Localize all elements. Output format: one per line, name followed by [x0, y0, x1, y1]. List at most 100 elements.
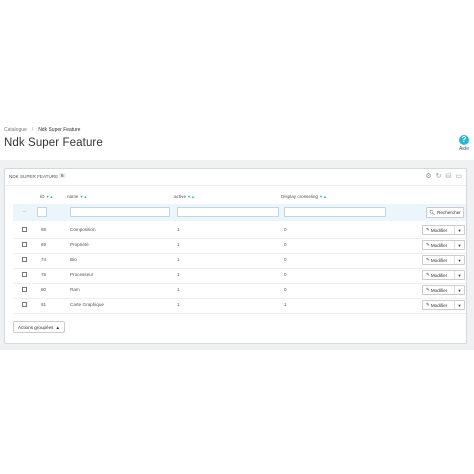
cell-id: 78 [41, 272, 47, 277]
edit-label: Modifier [430, 287, 448, 293]
cell-id: 74 [41, 257, 47, 262]
caret-down-icon[interactable]: ▼ [454, 271, 464, 279]
pencil-icon: ✎ [426, 287, 430, 292]
sort-arrows-icon[interactable]: ▼▲ [80, 194, 88, 199]
cell-name: Composition [70, 227, 96, 232]
filter-row: -- 🔍︎ Rechercher [13, 204, 466, 221]
edit-button-group: ✎ Modifier ▼ [422, 240, 465, 250]
edit-button[interactable]: ✎ Modifier [423, 227, 454, 233]
cell-crossell: 0 [284, 242, 287, 247]
cell-id: 81 [41, 302, 47, 307]
caret-down-icon[interactable]: ▼ [454, 241, 464, 249]
cell-active: 1 [177, 287, 180, 292]
caret-down-icon[interactable]: ▼ [454, 226, 464, 234]
page-title: Ndk Super Feature [4, 137, 103, 149]
row-checkbox[interactable] [22, 302, 27, 307]
pencil-icon: ✎ [426, 302, 430, 307]
cell-name: Bio [70, 257, 77, 262]
table-row[interactable]: 78 Processeur 1 0 ✎ Modifier ▼ [13, 268, 466, 284]
cell-active: 1 [177, 242, 180, 247]
breadcrumb: Catalogue / Ndk Super Feature [4, 127, 80, 133]
bulk-actions-label: Actions groupées [17, 324, 54, 330]
count-badge: 6 [59, 173, 66, 178]
sort-arrows-icon[interactable]: ▼▲ [319, 194, 327, 199]
table-row[interactable]: 74 Bio 1 0 ✎ Modifier ▼ [13, 253, 466, 269]
caret-down-icon[interactable]: ▼ [454, 301, 464, 309]
panel-title: Ndk Super Feature [9, 174, 59, 179]
refresh-icon[interactable]: ↻ [436, 173, 442, 181]
filter-active-input[interactable] [177, 207, 279, 217]
caret-up-icon: ▲ [55, 324, 61, 330]
filter-id-input[interactable] [37, 207, 47, 217]
breadcrumb-item-current: Ndk Super Feature [38, 127, 81, 133]
search-button[interactable]: 🔍︎ Rechercher [426, 207, 464, 218]
row-checkbox[interactable] [22, 257, 27, 262]
edit-button-group: ✎ Modifier ▼ [422, 285, 465, 295]
pencil-icon: ✎ [426, 227, 430, 232]
help-button[interactable]: ? Aide [457, 135, 471, 152]
edit-button-group: ✎ Modifier ▼ [422, 300, 465, 310]
panel-toolbar: ⚙ ↻ ⛁ ▭ [425, 173, 462, 181]
pencil-icon: ✎ [426, 242, 430, 247]
cell-crossell: 0 [284, 272, 287, 277]
settings-icon[interactable]: ⚙ [425, 173, 431, 181]
edit-button[interactable]: ✎ Modifier [423, 272, 454, 278]
edit-button[interactable]: ✎ Modifier [423, 287, 454, 293]
cell-id: 68 [41, 227, 47, 232]
edit-label: Modifier [430, 257, 448, 263]
edit-label: Modifier [430, 227, 448, 233]
cell-name: Processeur [70, 272, 94, 277]
breadcrumb-separator: / [31, 127, 34, 133]
cell-active: 1 [177, 227, 180, 232]
cell-id: 80 [41, 287, 47, 292]
pencil-icon: ✎ [426, 272, 430, 277]
table-row[interactable]: 81 Carte Graphique 1 1 ✎ Modifier ▼ [13, 298, 466, 314]
caret-down-icon[interactable]: ▼ [454, 286, 464, 294]
cell-active: 1 [177, 272, 180, 277]
cell-crossell: 0 [284, 257, 287, 262]
caret-down-icon[interactable]: ▼ [454, 256, 464, 264]
row-checkbox[interactable] [22, 227, 27, 232]
sql-query-icon[interactable]: ⛁ [446, 173, 452, 181]
row-checkbox[interactable] [22, 272, 27, 277]
edit-label: Modifier [430, 272, 448, 278]
column-header-id[interactable]: ID▼▲ [40, 194, 54, 199]
row-checkbox[interactable] [22, 287, 27, 292]
filter-dash: -- [23, 209, 27, 215]
column-crossell-label: Display crosseling [281, 194, 319, 199]
table-row[interactable]: 68 Composition 1 0 ✎ Modifier ▼ [13, 223, 466, 239]
export-icon[interactable]: ▭ [455, 173, 462, 181]
column-header-active[interactable]: active▼▲ [174, 194, 195, 199]
feature-list-panel: Ndk Super Feature 6 ⚙ ↻ ⛁ ▭ ID▼▲ name▼▲ … [4, 168, 467, 344]
sort-arrows-icon[interactable]: ▼▲ [187, 194, 195, 199]
cell-crossell: 0 [284, 287, 287, 292]
edit-button[interactable]: ✎ Modifier [423, 302, 454, 308]
search-icon: 🔍︎ [429, 209, 436, 215]
filter-name-input[interactable] [70, 207, 170, 217]
column-header-crossell[interactable]: Display crosseling▼▲ [281, 194, 327, 199]
edit-button-group: ✎ Modifier ▼ [422, 255, 465, 265]
cell-name: Propriété [70, 242, 89, 247]
cell-active: 1 [177, 302, 180, 307]
edit-label: Modifier [430, 302, 448, 308]
filter-crossell-input[interactable] [284, 207, 386, 217]
pencil-icon: ✎ [426, 257, 430, 262]
edit-button[interactable]: ✎ Modifier [423, 242, 454, 248]
sort-arrows-icon[interactable]: ▼▲ [46, 194, 54, 199]
edit-button-group: ✎ Modifier ▼ [422, 270, 465, 280]
cell-id: 69 [41, 242, 47, 247]
panel-heading: Ndk Super Feature 6 ⚙ ↻ ⛁ ▭ [5, 169, 466, 186]
column-header-name[interactable]: name▼▲ [67, 194, 87, 199]
edit-button-group: ✎ Modifier ▼ [422, 225, 465, 235]
edit-button[interactable]: ✎ Modifier [423, 257, 454, 263]
breadcrumb-item-catalogue[interactable]: Catalogue [4, 127, 27, 133]
table-row[interactable]: 69 Propriété 1 0 ✎ Modifier ▼ [13, 238, 466, 254]
column-active-label: active [174, 194, 187, 199]
help-label: Aide [458, 146, 469, 152]
table-row[interactable]: 80 Ram 1 0 ✎ Modifier ▼ [13, 283, 466, 299]
cell-name: Ram [70, 287, 80, 292]
row-checkbox[interactable] [22, 242, 27, 247]
column-id-label: ID [40, 194, 45, 199]
edit-label: Modifier [430, 242, 448, 248]
bulk-actions-button[interactable]: Actions groupées ▲ [13, 321, 65, 333]
